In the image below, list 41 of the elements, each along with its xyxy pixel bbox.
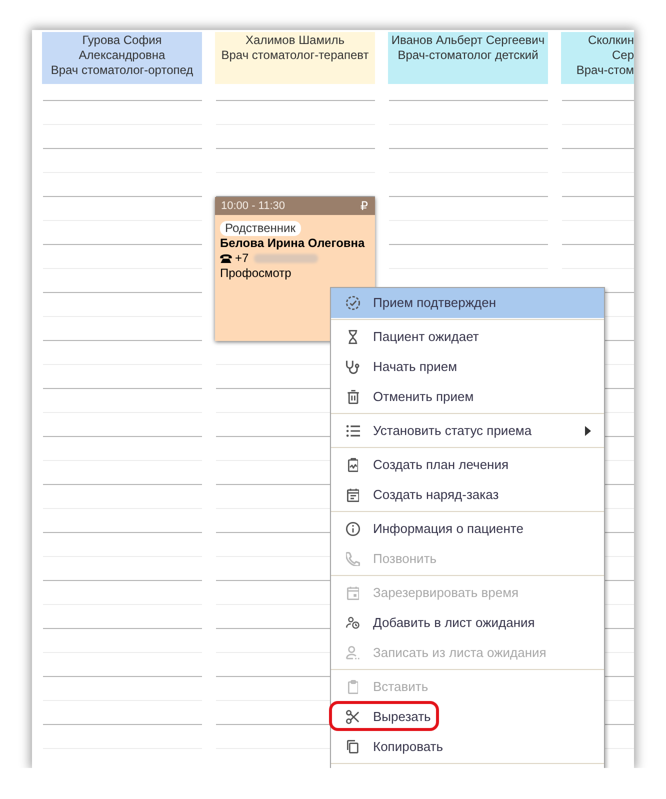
- menu-item[interactable]: Копировать: [331, 732, 604, 762]
- payment-sign: ₽: [360, 198, 368, 215]
- copy-icon: [347, 740, 359, 754]
- appointment-card[interactable]: 10:00 - 11:30 ₽ Родственник Белова Ирина Олеговна +7 Профосмотр: [215, 197, 375, 341]
- hourglass-icon: [348, 330, 358, 344]
- person-clock-icon: [346, 616, 360, 630]
- person-icon: [346, 646, 360, 660]
- menu-item[interactable]: Установить статус приема: [331, 416, 604, 446]
- menu-item[interactable]: Прием подтвержден: [331, 288, 604, 318]
- doctor-specialty: Врач стоматолог-ортопед: [50, 63, 194, 78]
- patient-tag: Родственник: [220, 221, 301, 236]
- menu-item[interactable]: Создать план лечения: [331, 450, 604, 480]
- info-icon: [346, 522, 360, 536]
- calendar-icon: [346, 586, 360, 600]
- menu-item[interactable]: Начать прием: [331, 352, 604, 382]
- service-name: Профосмотр: [220, 266, 292, 281]
- phone-number: +7: [235, 251, 249, 266]
- document-icon: [346, 488, 360, 502]
- menu-item[interactable]: Добавить в лист ожидания: [331, 608, 604, 638]
- scissors-icon: [346, 710, 360, 724]
- doctor-name: Халимов Шамиль: [244, 33, 346, 48]
- doctor-name: Гурова София Александровна: [78, 33, 166, 63]
- patient-name: Белова Ирина Олеговна: [220, 236, 365, 251]
- menu-item[interactable]: Создать наряд-заказ: [331, 480, 604, 510]
- menu-item[interactable]: Информация о пациенте: [331, 514, 604, 544]
- doctor-name: Сколкин Сер: [586, 33, 634, 63]
- menu-item[interactable]: Вырезать: [331, 702, 604, 732]
- doctor-specialty: Врач стоматолог-терапевт: [220, 48, 370, 63]
- check-circle-icon: [346, 296, 360, 310]
- doctor-specialty: Врач-стоматолог детский: [396, 48, 540, 63]
- list-icon: [346, 424, 360, 438]
- phone-icon: [220, 254, 232, 263]
- clipboard-icon: [348, 680, 358, 694]
- clipboard-chart-icon: [348, 458, 358, 472]
- phone-icon: [346, 552, 360, 566]
- trash-icon: [346, 390, 360, 404]
- doctor-name: Иванов Альберт Сергеевич: [390, 33, 546, 48]
- appointment-time: 10:00 - 11:30: [221, 198, 286, 214]
- doctor-specialty: Врач-стом: [575, 63, 634, 78]
- stethoscope-icon: [346, 360, 360, 374]
- menu-item[interactable]: Отменить прием: [331, 382, 604, 412]
